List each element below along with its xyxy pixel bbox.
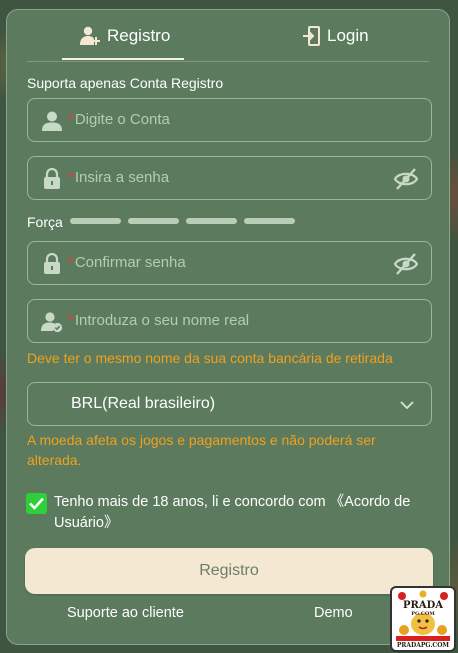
password-placeholder: *Insira a senha — [68, 169, 170, 186]
currency-select[interactable]: BRL(Real brasileiro) — [27, 382, 432, 426]
confirm-password-field[interactable]: *Confirmar senha — [27, 241, 432, 285]
tab-register[interactable]: Registro — [79, 24, 170, 48]
lock-icon — [44, 253, 60, 274]
lock-icon — [44, 168, 60, 189]
confirm-placeholder: *Confirmar senha — [68, 254, 186, 271]
user-verified-icon — [41, 312, 63, 333]
eye-off-icon[interactable] — [393, 167, 419, 191]
tab-login-label: Login — [327, 26, 369, 45]
password-field[interactable]: *Insira a senha — [27, 156, 432, 200]
badge-brand: PRADA — [402, 600, 444, 611]
account-field[interactable]: *Digite o Conta — [27, 98, 432, 142]
strength-bar-3 — [186, 218, 237, 224]
strength-bar-2 — [128, 218, 179, 224]
agreement-text[interactable]: Tenho mais de 18 anos, li e concordo com… — [54, 492, 424, 534]
real-name-field[interactable]: *Introduza o seu nome real — [27, 299, 432, 343]
tab-divider — [27, 61, 429, 62]
eye-off-icon[interactable] — [393, 252, 419, 276]
strength-bar-1 — [70, 218, 121, 224]
user-add-icon — [80, 26, 100, 45]
chevron-down-icon — [400, 401, 414, 410]
register-submit-button[interactable]: Registro — [25, 548, 433, 594]
badge-brand-sub: PG.COM — [411, 611, 435, 617]
real-name-placeholder: *Introduza o seu nome real — [68, 312, 250, 329]
tab-login[interactable]: Login — [301, 24, 369, 48]
real-name-warning: Deve ter o mesmo nome da sua conta bancá… — [27, 350, 393, 366]
check-icon — [29, 497, 44, 510]
badge-mascot-icon — [396, 590, 450, 641]
tab-register-label: Registro — [107, 26, 171, 45]
user-icon — [42, 111, 62, 131]
currency-warning: A moeda afeta os jogos e pagamentos e nã… — [27, 432, 376, 468]
tab-bar: Registro Login — [7, 10, 449, 62]
register-panel: Registro Login Suporta apenas Conta Regi… — [6, 9, 450, 645]
customer-support-link[interactable]: Suporte ao cliente — [67, 605, 184, 621]
badge-url: PRADAPG.COM — [396, 642, 450, 649]
login-icon — [303, 26, 320, 46]
currency-value: BRL(Real brasileiro) — [71, 395, 216, 412]
demo-link[interactable]: Demo — [314, 605, 353, 621]
account-placeholder: *Digite o Conta — [68, 111, 170, 128]
strength-label: Força — [27, 214, 63, 230]
prada-pg-badge[interactable]: PRADA PG.COM PRADAPG.COM — [390, 586, 456, 652]
active-tab-indicator — [62, 58, 184, 60]
strength-bar-4 — [244, 218, 295, 224]
account-type-note: Suporta apenas Conta Registro — [27, 75, 224, 91]
agree-checkbox[interactable] — [26, 493, 47, 514]
